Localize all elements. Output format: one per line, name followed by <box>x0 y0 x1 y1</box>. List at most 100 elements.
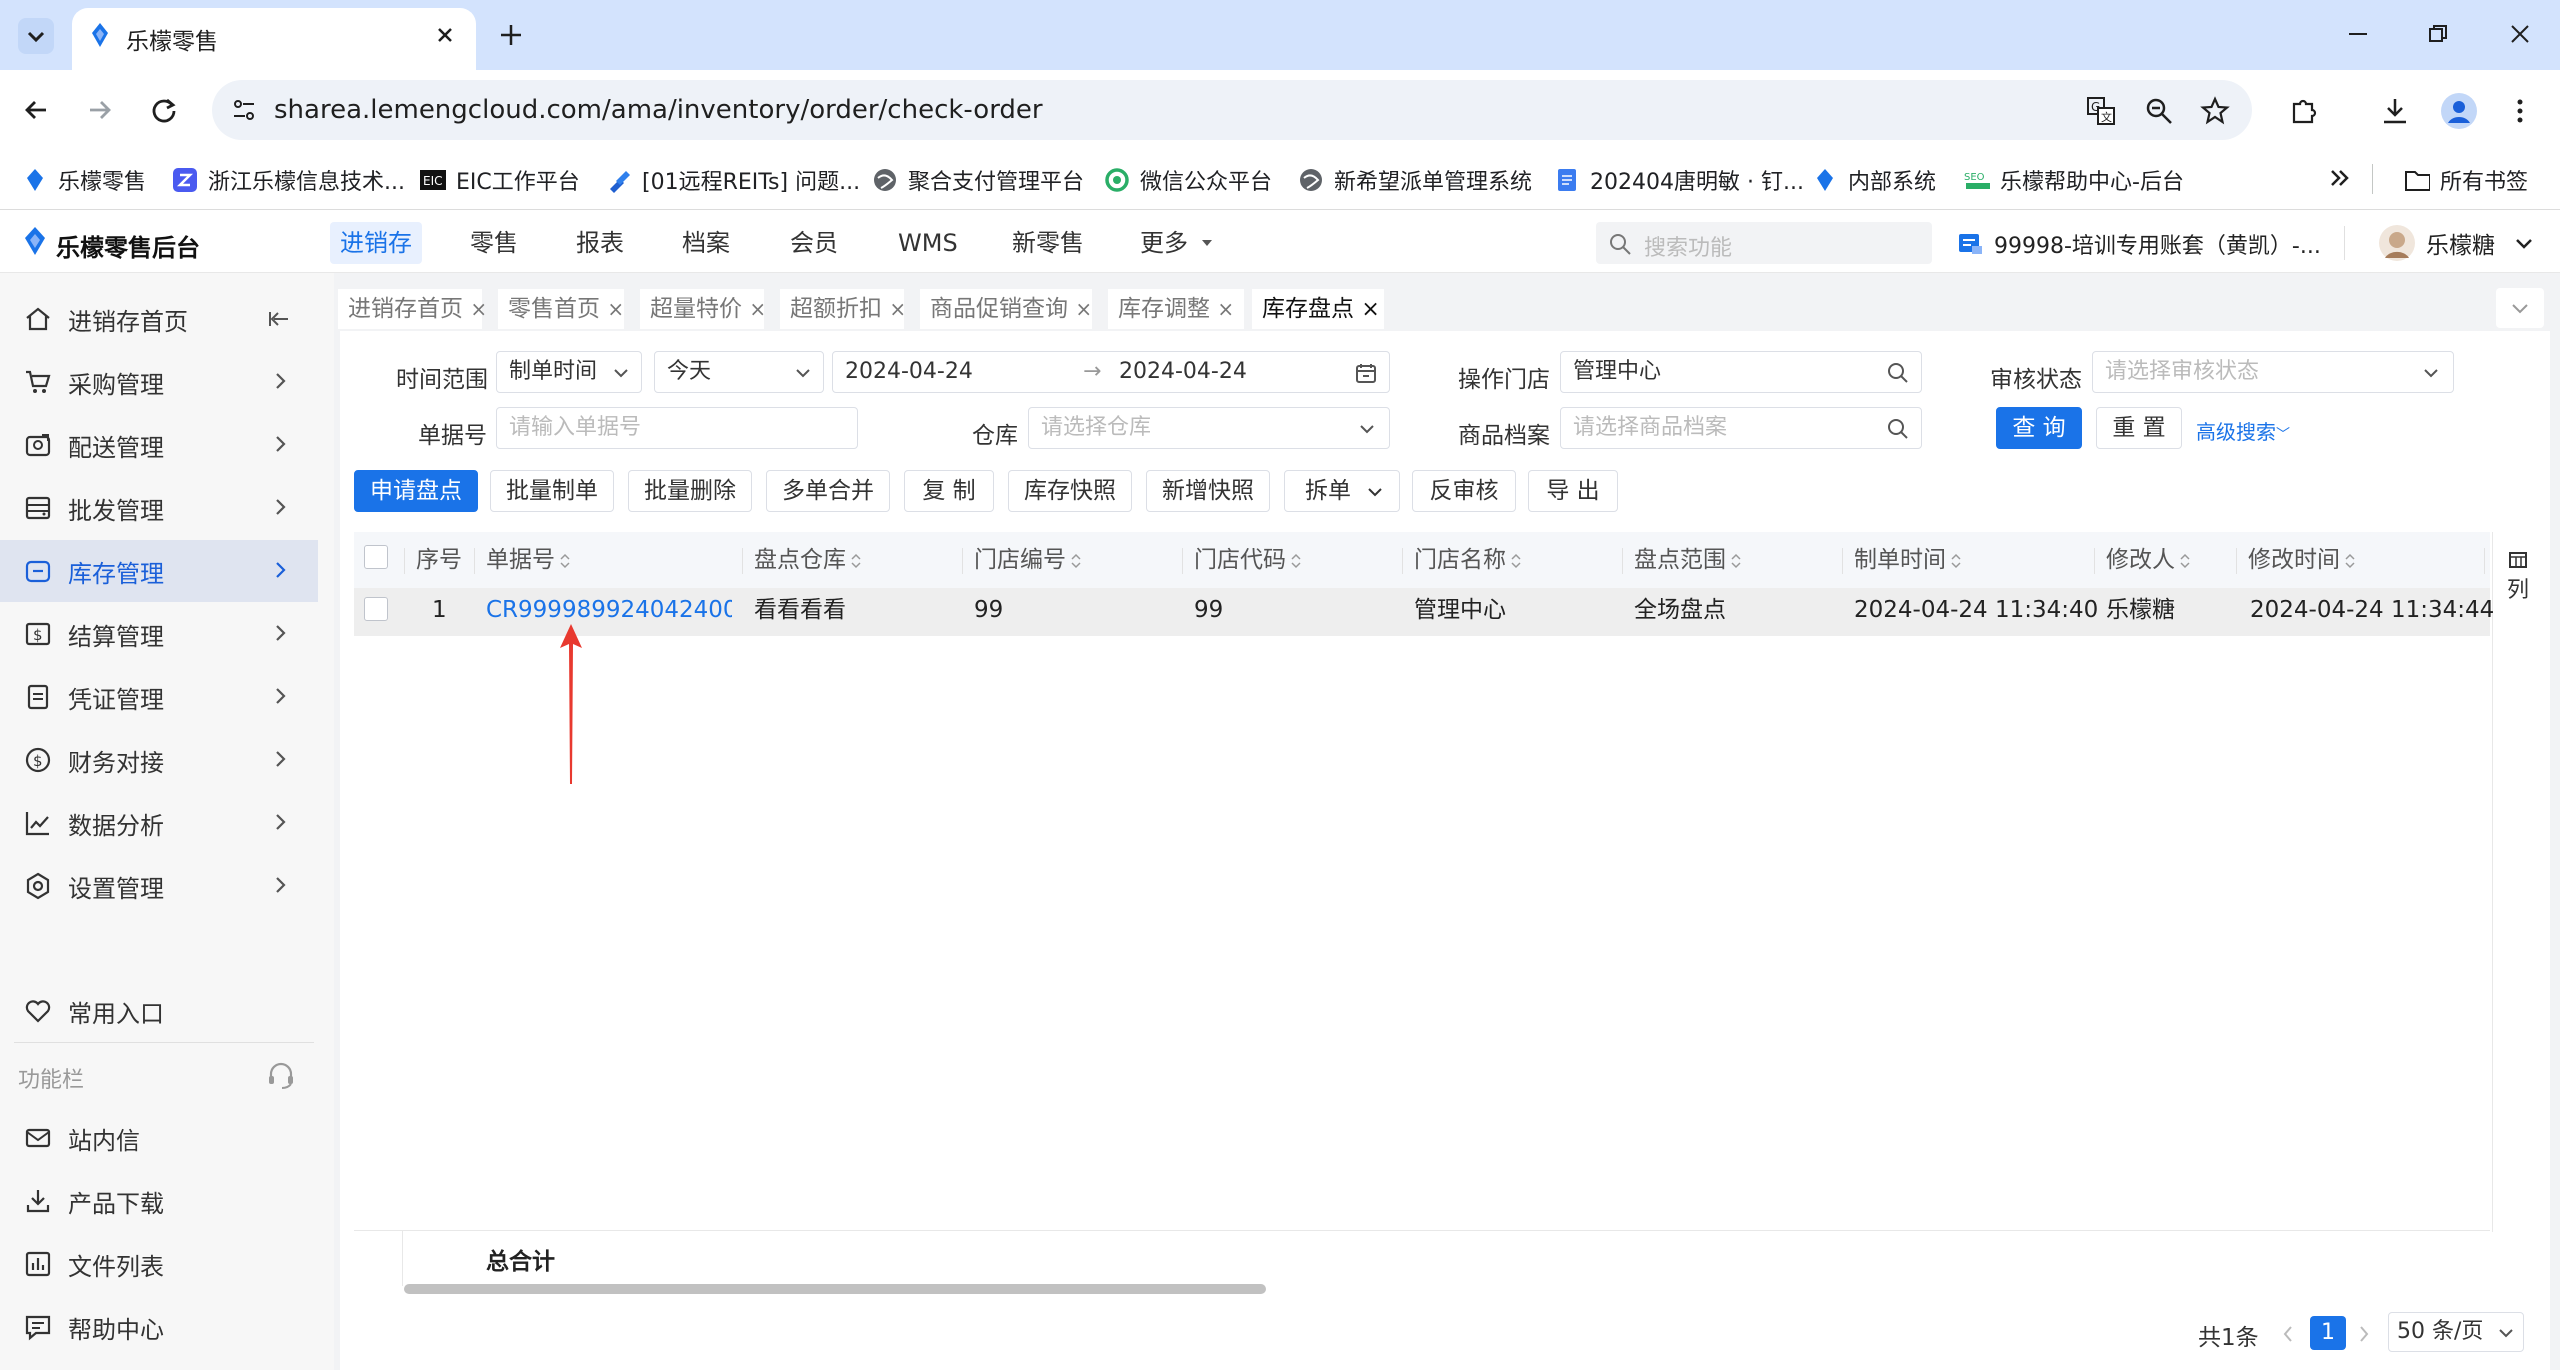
column-header-store-code[interactable]: 门店代码 <box>1194 540 1302 580</box>
new-tab-icon[interactable] <box>496 20 526 50</box>
merge-orders-button[interactable]: 多单合并 <box>766 470 890 512</box>
page-tab[interactable]: 零售首页 × <box>498 289 624 329</box>
bookmark-item[interactable]: 202404唐明敏 · 钉... <box>1554 162 1804 198</box>
sidebar-item-purchase[interactable]: 采购管理 <box>0 351 318 413</box>
account-switcher[interactable]: 99998-培训专用账套（黄凯）-... <box>1958 224 2321 264</box>
reset-button[interactable]: 重 置 <box>2096 407 2182 449</box>
nav-reports[interactable]: 报表 <box>566 222 634 264</box>
sidebar-item-help[interactable]: 帮助中心 <box>0 1296 318 1358</box>
page-tab[interactable]: 商品促销查询 × <box>920 289 1092 329</box>
tabs-dropdown[interactable] <box>2496 288 2544 328</box>
close-icon[interactable]: × <box>749 297 766 321</box>
time-type-select[interactable]: 制单时间 <box>496 351 642 393</box>
nav-member[interactable]: 会员 <box>780 222 848 264</box>
sidebar-item-stock[interactable]: 库存管理 <box>0 540 318 602</box>
sidebar-item-finance[interactable]: $ 财务对接 <box>0 729 318 791</box>
query-button[interactable]: 查 询 <box>1996 407 2082 449</box>
audit-status-select[interactable]: 请选择审核状态 <box>2092 351 2454 393</box>
page-tab-active[interactable]: 库存盘点 × <box>1252 289 1384 329</box>
function-search-input[interactable]: 搜索功能 <box>1596 222 1932 264</box>
reverse-audit-button[interactable]: 反审核 <box>1412 470 1516 512</box>
close-icon[interactable]: × <box>470 297 487 321</box>
store-input[interactable]: 管理中心 <box>1560 351 1922 393</box>
user-menu[interactable]: 乐檬糖 <box>2378 222 2535 264</box>
sidebar-item-messages[interactable]: 站内信 <box>0 1107 318 1169</box>
bookmark-item[interactable]: SEO 乐檬帮助中心-后台 <box>1964 162 2184 198</box>
sidebar-item-inventory-home[interactable]: 进销存首页 <box>0 288 318 350</box>
advanced-search-link[interactable]: 高级搜索﹀ <box>2196 416 2290 445</box>
page-1-button[interactable]: 1 <box>2310 1316 2346 1350</box>
column-header-warehouse[interactable]: 盘点仓库 <box>754 540 862 580</box>
nav-inventory[interactable]: 进销存 <box>330 222 422 264</box>
date-range-picker[interactable]: 2024-04-24 → 2024-04-24 <box>832 351 1390 393</box>
bookmark-item[interactable]: 新希望派单管理系统 <box>1298 162 1532 198</box>
menu-more-icon[interactable] <box>2510 96 2530 126</box>
select-all-checkbox[interactable] <box>364 545 388 569</box>
sidebar-item-downloads[interactable]: 产品下载 <box>0 1170 318 1232</box>
bookmark-item[interactable]: 聚合支付管理平台 <box>872 162 1084 198</box>
column-header-check-scope[interactable]: 盘点范围 <box>1634 540 1742 580</box>
sidebar-item-voucher[interactable]: 凭证管理 <box>0 666 318 728</box>
close-icon[interactable]: × <box>1075 297 1092 321</box>
sidebar-item-wholesale[interactable]: 批发管理 <box>0 477 318 539</box>
bookmark-item[interactable]: 浙江乐檬信息技术... <box>172 162 405 198</box>
search-icon[interactable] <box>1887 418 1909 440</box>
nav-archive[interactable]: 档案 <box>672 222 740 264</box>
close-icon[interactable]: × <box>1217 297 1234 321</box>
zoom-icon[interactable] <box>2144 96 2174 126</box>
page-tab[interactable]: 库存调整 × <box>1108 289 1244 329</box>
stock-snapshot-button[interactable]: 库存快照 <box>1008 470 1132 512</box>
sidebar-common-entry[interactable]: 常用入口 <box>0 980 318 1042</box>
collapse-sidebar-icon[interactable] <box>266 306 292 332</box>
sidebar-item-analytics[interactable]: 数据分析 <box>0 792 318 854</box>
page-size-select[interactable]: 50 条/页 <box>2388 1312 2524 1352</box>
close-icon[interactable]: × <box>607 297 624 321</box>
back-icon[interactable] <box>22 96 50 124</box>
address-bar[interactable]: sharea.lemengcloud.com/ama/inventory/ord… <box>212 80 2252 140</box>
column-setting-button[interactable]: 列 <box>2494 552 2542 604</box>
translate-icon[interactable]: G文 <box>2086 96 2116 126</box>
page-tab[interactable]: 超量特价 × <box>640 289 766 329</box>
horizontal-scrollbar[interactable] <box>404 1284 1266 1294</box>
close-icon[interactable] <box>434 24 456 46</box>
forward-icon[interactable] <box>86 96 114 124</box>
all-bookmarks[interactable]: 所有书签 <box>2404 162 2528 198</box>
close-icon[interactable]: × <box>1361 297 1379 322</box>
chevron-right-icon[interactable] <box>2354 1322 2374 1346</box>
sidebar-item-settings[interactable]: 设置管理 <box>0 855 318 917</box>
page-tab[interactable]: 进销存首页 × <box>338 289 487 329</box>
tab-search-button[interactable] <box>18 18 54 54</box>
time-preset-select[interactable]: 今天 <box>654 351 824 393</box>
star-icon[interactable] <box>2200 96 2230 126</box>
page-tab[interactable]: 超额折扣 × <box>780 289 906 329</box>
split-order-button[interactable]: 拆单 <box>1284 470 1400 512</box>
column-header-modifier[interactable]: 修改人 <box>2106 540 2191 580</box>
profile-avatar-icon[interactable] <box>2440 92 2478 130</box>
window-close-icon[interactable] <box>2508 22 2532 46</box>
nav-retail[interactable]: 零售 <box>460 222 528 264</box>
bookmark-item[interactable]: [01远程REITs] 问题... <box>606 162 860 198</box>
sidebar-item-distribution[interactable]: 配送管理 <box>0 414 318 476</box>
batch-delete-button[interactable]: 批量删除 <box>628 470 752 512</box>
sidebar-item-settlement[interactable]: $ 结算管理 <box>0 603 318 665</box>
bookmark-item[interactable]: 乐檬零售 <box>22 162 146 198</box>
headset-icon[interactable] <box>266 1060 296 1090</box>
column-header-store-no[interactable]: 门店编号 <box>974 540 1082 580</box>
export-button[interactable]: 导 出 <box>1528 470 1618 512</box>
batch-create-button[interactable]: 批量制单 <box>490 470 614 512</box>
column-header-order-no[interactable]: 单据号 <box>486 540 571 580</box>
order-no-link[interactable]: CR999989924042400... <box>486 590 732 630</box>
goods-input[interactable]: 请选择商品档案 <box>1560 407 1922 449</box>
copy-button[interactable]: 复 制 <box>904 470 994 512</box>
restore-icon[interactable] <box>2426 22 2450 46</box>
nav-wms[interactable]: WMS <box>888 222 968 264</box>
close-icon[interactable]: × <box>889 297 906 321</box>
browser-tab-active[interactable]: 乐檬零售 <box>72 8 476 70</box>
sidebar-item-file-list[interactable]: 文件列表 <box>0 1233 318 1295</box>
search-icon[interactable] <box>1887 362 1909 384</box>
new-snapshot-button[interactable]: 新增快照 <box>1146 470 1270 512</box>
nav-more[interactable]: 更多 <box>1130 222 1222 264</box>
nav-new-retail[interactable]: 新零售 <box>1002 222 1094 264</box>
chevron-left-icon[interactable] <box>2278 1322 2298 1346</box>
bookmark-item[interactable]: 微信公众平台 <box>1104 162 1272 198</box>
